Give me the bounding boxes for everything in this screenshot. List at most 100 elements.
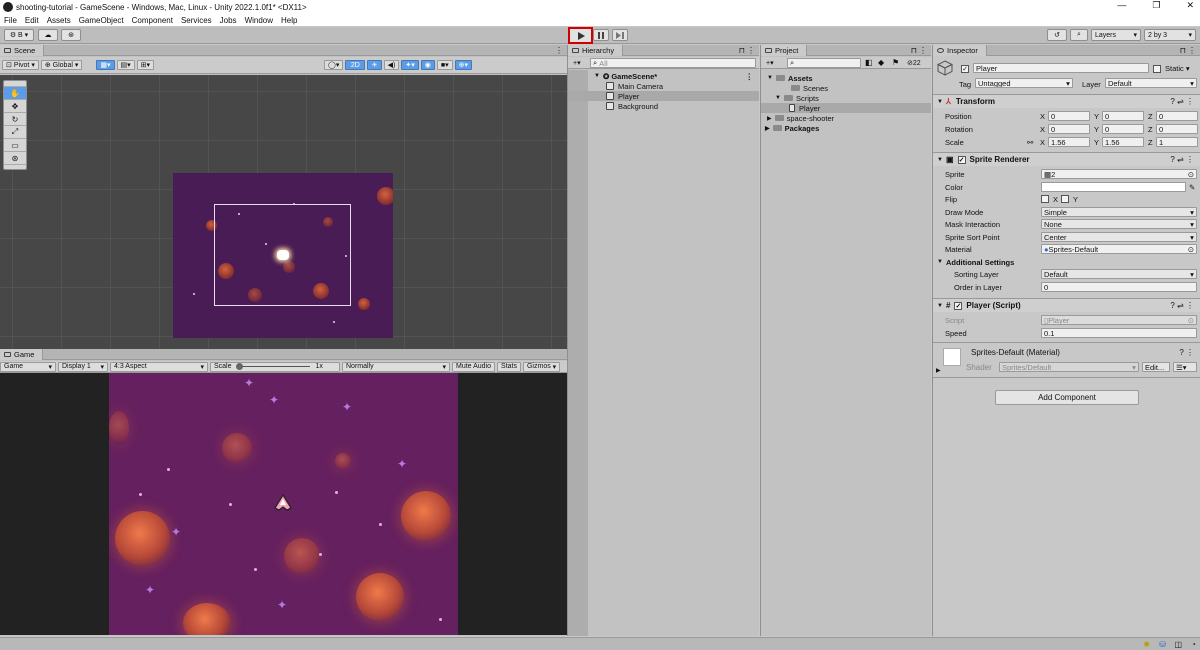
aspect-dropdown[interactable]: 4:3 Aspect ▾: [110, 361, 208, 372]
global-toggle[interactable]: ⊕ Global ▾: [40, 60, 83, 70]
rotation-x-field[interactable]: 0: [1048, 124, 1090, 134]
project-search-input[interactable]: ⌕: [787, 58, 861, 68]
more-options-icon[interactable]: ⋮: [747, 46, 755, 55]
create-button[interactable]: +▾: [570, 58, 584, 68]
player-ship[interactable]: [273, 494, 293, 512]
minimize-button[interactable]: —: [1117, 0, 1126, 11]
tab-game[interactable]: Game: [0, 349, 44, 360]
static-toggle[interactable]: Static ▾: [1153, 64, 1190, 73]
display-dropdown[interactable]: Display 1 ▾: [58, 361, 108, 372]
caret-right-icon[interactable]: ▶: [936, 367, 941, 374]
grid-snap-button[interactable]: ▦▾: [96, 60, 115, 70]
tab-project[interactable]: Project: [761, 45, 808, 56]
camera-button[interactable]: ■▾: [436, 60, 453, 70]
eyedropper-icon[interactable]: ✎: [1189, 183, 1195, 192]
more-options-icon[interactable]: ⋮: [919, 46, 927, 55]
scale-slider[interactable]: Scale 1x: [210, 361, 340, 372]
scene-root[interactable]: ▼ ✪ GameScene* ⋮: [568, 71, 759, 81]
sprite-renderer-enabled-checkbox[interactable]: ✓: [957, 155, 966, 164]
component-menu-icon[interactable]: ? ⇌ ⋮: [1170, 155, 1194, 164]
shading-mode-button[interactable]: ◯▾: [324, 60, 344, 70]
favorite-icon[interactable]: ⚑: [892, 58, 899, 67]
cloud-button[interactable]: ☁: [38, 29, 58, 41]
menu-services[interactable]: Services: [181, 16, 212, 25]
package-icon[interactable]: ⛁: [1159, 640, 1166, 649]
cache-server-icon[interactable]: ◫: [1174, 640, 1182, 649]
project-folder-assets[interactable]: ▼ Assets: [761, 73, 931, 83]
rotate-tool-icon[interactable]: ↻: [4, 113, 26, 126]
component-menu-icon[interactable]: ? ⇌ ⋮: [1170, 97, 1194, 106]
menu-gameobject[interactable]: GameObject: [79, 16, 124, 25]
project-folder-scenes[interactable]: Scenes: [761, 83, 931, 93]
restore-button[interactable]: ❐: [1152, 0, 1160, 11]
search-button[interactable]: ⌕: [1070, 29, 1088, 41]
more-options-icon[interactable]: ⋮: [1188, 46, 1196, 55]
order-in-layer-field[interactable]: 0: [1041, 282, 1197, 292]
scale-y-field[interactable]: 1.56: [1102, 137, 1144, 147]
menu-help[interactable]: Help: [281, 16, 297, 25]
shader-options-button[interactable]: ☰▾: [1173, 362, 1197, 372]
scene-viewport[interactable]: ✋ ✥ ↻ ⤢ ▭ ⊛: [0, 75, 567, 363]
layer-dropdown[interactable]: Default ▾: [1105, 78, 1197, 88]
component-menu-icon[interactable]: ? ⇌ ⋮: [1170, 301, 1194, 310]
background-sprite[interactable]: [173, 173, 393, 338]
lock-icon[interactable]: ⊓: [739, 46, 745, 55]
sprite-field[interactable]: ▦ 2 ⊙: [1041, 169, 1197, 179]
layout-dropdown[interactable]: 2 by 3 ▾: [1144, 29, 1196, 41]
menu-edit[interactable]: Edit: [25, 16, 39, 25]
play-mode-dropdown[interactable]: Normally ▾: [342, 361, 450, 372]
transform-header[interactable]: ▼ ⅄ Transform ? ⇌ ⋮: [933, 94, 1200, 108]
step-button[interactable]: [612, 29, 628, 41]
game-canvas[interactable]: ✦ ✦ ✦ ✦ ✦ ✦ ✦: [109, 373, 458, 635]
player-sprite[interactable]: [277, 250, 289, 260]
collab-button[interactable]: ⊛: [61, 29, 81, 41]
tag-dropdown[interactable]: Untagged ▾: [975, 78, 1073, 88]
menu-file[interactable]: File: [4, 16, 17, 25]
active-checkbox[interactable]: ✓: [961, 64, 973, 73]
position-x-field[interactable]: 0: [1048, 111, 1090, 121]
view-dropdown[interactable]: Game ▾: [0, 361, 56, 372]
gizmos-button[interactable]: ⊕▾: [454, 60, 473, 70]
layers-dropdown[interactable]: Layers ▾: [1091, 29, 1141, 41]
hierarchy-item-background[interactable]: Background: [568, 101, 759, 111]
2d-toggle[interactable]: 2D: [345, 60, 366, 70]
sort-point-dropdown[interactable]: Center ▾: [1041, 232, 1197, 242]
lighting-toggle[interactable]: ☀: [367, 60, 382, 70]
filter-type-icon[interactable]: ◧: [865, 58, 873, 67]
create-asset-button[interactable]: +▾: [763, 58, 777, 68]
move-tool-icon[interactable]: ✥: [4, 100, 26, 113]
activity-icon[interactable]: ◔: [1191, 640, 1196, 649]
game-viewport[interactable]: ✦ ✦ ✦ ✦ ✦ ✦ ✦: [0, 373, 567, 635]
object-picker-icon[interactable]: ⊙: [1188, 245, 1194, 253]
pivot-toggle[interactable]: ⊡ Pivot ▾: [2, 60, 39, 70]
align-button[interactable]: ⊞▾: [136, 60, 155, 70]
hidden-objects-toggle[interactable]: ◉: [420, 60, 435, 70]
mask-interaction-dropdown[interactable]: None ▾: [1041, 219, 1197, 229]
more-options-icon[interactable]: ⋮: [555, 46, 563, 55]
hierarchy-item-main-camera[interactable]: Main Camera: [568, 81, 759, 91]
slider-thumb[interactable]: [235, 363, 243, 370]
position-z-field[interactable]: 0: [1156, 111, 1198, 121]
project-folder-packages[interactable]: ▶ Packages: [761, 123, 931, 133]
rotation-y-field[interactable]: 0: [1102, 124, 1144, 134]
account-button[interactable]: ⚙ B ▾: [4, 29, 34, 41]
object-picker-icon[interactable]: ⊙: [1188, 170, 1194, 178]
menu-window[interactable]: Window: [245, 16, 273, 25]
close-button[interactable]: ✕: [1186, 0, 1194, 11]
gizmos-dropdown[interactable]: Gizmos ▾: [522, 361, 561, 372]
speed-field[interactable]: 0.1: [1041, 328, 1197, 338]
snap-increment-button[interactable]: ▤▾: [116, 60, 135, 70]
rect-tool-icon[interactable]: ▭: [4, 139, 26, 152]
play-button[interactable]: [568, 27, 593, 44]
lock-icon[interactable]: ⊓: [1180, 46, 1186, 55]
mute-audio-toggle[interactable]: Mute Audio: [452, 361, 496, 372]
rotation-z-field[interactable]: 0: [1156, 124, 1198, 134]
player-script-enabled-checkbox[interactable]: ✓: [954, 301, 963, 310]
flip-y-checkbox[interactable]: Y: [1061, 195, 1078, 204]
object-name-input[interactable]: Player: [973, 63, 1149, 73]
sprite-renderer-header[interactable]: ▼ ▣ ✓ Sprite Renderer ? ⇌ ⋮: [933, 152, 1200, 166]
menu-jobs[interactable]: Jobs: [220, 16, 237, 25]
project-folder-space-shooter[interactable]: ▶ space-shooter: [761, 113, 931, 123]
draw-mode-dropdown[interactable]: Simple ▾: [1041, 207, 1197, 217]
audio-toggle[interactable]: ◀): [383, 60, 400, 70]
